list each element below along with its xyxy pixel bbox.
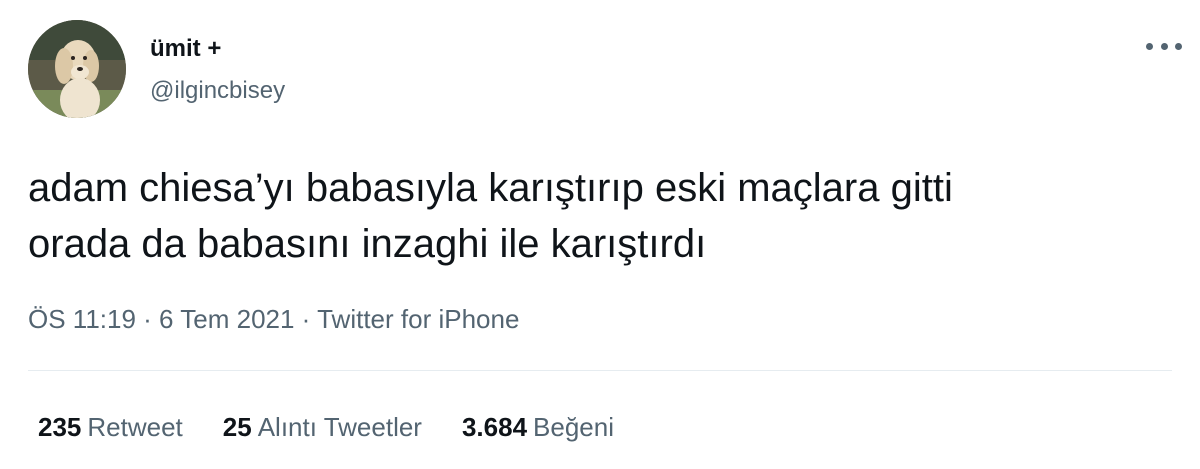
tweet-stats: 235 Retweet 25 Alıntı Tweetler 3.684 Beğeni [38,410,614,444]
quotes-stat[interactable]: 25 Alıntı Tweetler [223,410,422,444]
tweet-text-line: adam chiesa’yı babasıyla karıştırıp eski… [28,166,953,210]
quotes-count: 25 [222,412,252,442]
tweet-time[interactable]: ÖS 11:19 [28,304,136,334]
divider [28,370,1172,371]
display-name[interactable]: ümit + [150,34,221,64]
dog-avatar-image [28,20,126,118]
more-dot [1175,42,1182,50]
more-dot [1146,42,1153,50]
likes-count: 3.684 [461,412,528,442]
avatar[interactable] [28,20,126,118]
meta-separator: · [294,304,318,334]
tweet-text: adam chiesa’yı babasıyla karıştırıp eski… [28,160,1148,272]
more-horizontal-icon[interactable] [1146,36,1182,56]
user-handle[interactable]: @ilgincbisey [150,76,285,106]
retweets-count: 235 [38,412,82,442]
meta-separator: · [135,304,160,334]
retweets-stat[interactable]: 235 Retweet [38,410,183,444]
quotes-label: Alıntı Tweetler [257,412,422,442]
tweet-meta: ÖS 11:19 · 6 Tem 2021 · Twitter for iPho… [28,302,519,336]
tweet-card: ümit + @ilgincbisey adam chiesa’yı babas… [0,0,1200,469]
tweet-text-line: orada da babasını inzaghi ile karıştırdı [28,222,707,266]
likes-label: Beğeni [533,412,615,442]
more-dot [1160,42,1168,50]
retweets-label: Retweet [87,412,183,442]
tweet-date[interactable]: 6 Tem 2021 [159,304,294,334]
likes-stat[interactable]: 3.684 Beğeni [462,410,614,444]
tweet-source[interactable]: Twitter for iPhone [317,304,519,334]
